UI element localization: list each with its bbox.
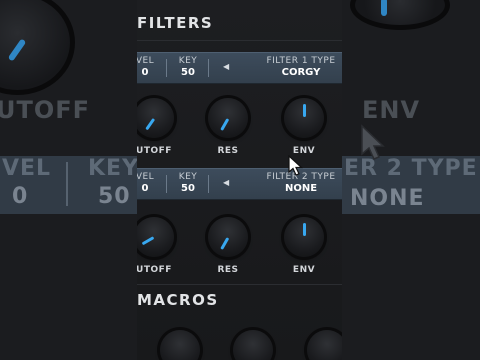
filter1-env-label: ENV	[292, 146, 316, 156]
separator	[208, 59, 209, 77]
divider	[137, 284, 342, 285]
filter1-res-label: RES	[217, 146, 239, 156]
separator	[166, 175, 167, 193]
filter1-level[interactable]: VEL 0	[137, 56, 159, 78]
knob-indicator	[303, 104, 306, 117]
knob-indicator	[145, 117, 156, 131]
filter1-type-prev-arrow-icon[interactable]: ◀	[223, 62, 229, 71]
knob-indicator	[220, 118, 230, 131]
knob-indicator	[303, 223, 306, 236]
filter1-type[interactable]: FILTER 1 TYPE CORGY	[255, 56, 342, 78]
filter2-env-knob[interactable]	[284, 217, 324, 257]
filter1-level-value: 0	[141, 67, 149, 78]
filter1-key-value: 50	[181, 67, 195, 78]
knob-indicator	[141, 236, 155, 246]
filters-section-title: FILTERS	[137, 14, 214, 32]
filter2-res-knob[interactable]	[208, 217, 248, 257]
filter1-type-label: FILTER 1 TYPE	[266, 56, 336, 66]
filter2-res-label: RES	[217, 265, 239, 275]
filter2-key-value: 50	[181, 183, 195, 194]
separator	[166, 59, 167, 77]
filter2-key[interactable]: KEY 50	[173, 172, 203, 194]
filter2-level-label: VEL	[137, 172, 155, 182]
bg-cursor-icon	[361, 124, 385, 160]
filter1-cutoff-knob[interactable]	[137, 98, 174, 138]
bg-cutoff-label: UTOFF	[0, 96, 91, 124]
knob-indicator	[220, 237, 230, 250]
macro-knob-2[interactable]	[233, 330, 273, 360]
filter2-cutoff-knob[interactable]	[137, 217, 174, 257]
filter2-type-value: NONE	[284, 183, 318, 194]
filter2-level[interactable]: VEL 0	[137, 172, 159, 194]
separator	[208, 175, 209, 193]
filter1-cutoff-label: UTOFF	[137, 146, 172, 156]
filter1-type-value: CORGY	[281, 67, 321, 78]
bg-key-value: 50	[98, 184, 131, 209]
filter1-env-knob[interactable]	[284, 98, 324, 138]
mouse-cursor-icon	[288, 155, 304, 176]
filter2-cutoff-label: UTOFF	[137, 265, 172, 275]
filter1-level-label: VEL	[137, 56, 155, 66]
filter2-type-prev-arrow-icon[interactable]: ◀	[223, 178, 229, 187]
filters-panel: FILTERS VEL 0 KEY 50 ◀ FILTER 1 TYPE COR…	[137, 0, 342, 360]
macro-knob-1[interactable]	[160, 330, 200, 360]
macro-knob-3[interactable]	[307, 330, 342, 360]
bg-env-label: ENV	[362, 96, 421, 124]
filter1-key-label: KEY	[178, 56, 198, 66]
filter2-level-value: 0	[141, 183, 149, 194]
macros-section-title: MACROS	[137, 291, 219, 309]
filter2-key-label: KEY	[178, 172, 198, 182]
filter1-bar: VEL 0 KEY 50 ◀ FILTER 1 TYPE CORGY	[137, 52, 342, 84]
filter1-key[interactable]: KEY 50	[173, 56, 203, 78]
bg-vel-label: VEL	[2, 156, 52, 181]
bg-knob-indicator	[381, 0, 387, 16]
filter2-env-label: ENV	[292, 265, 316, 275]
bg-separator	[66, 162, 68, 206]
divider	[137, 40, 342, 41]
filter1-res-knob[interactable]	[208, 98, 248, 138]
bg-vel-value: 0	[12, 184, 29, 209]
bg-none-value: NONE	[350, 186, 425, 211]
bg-key-label: KEY	[88, 156, 140, 181]
filter2-bar: VEL 0 KEY 50 ◀ FILTER 2 TYPE NONE	[137, 168, 342, 200]
